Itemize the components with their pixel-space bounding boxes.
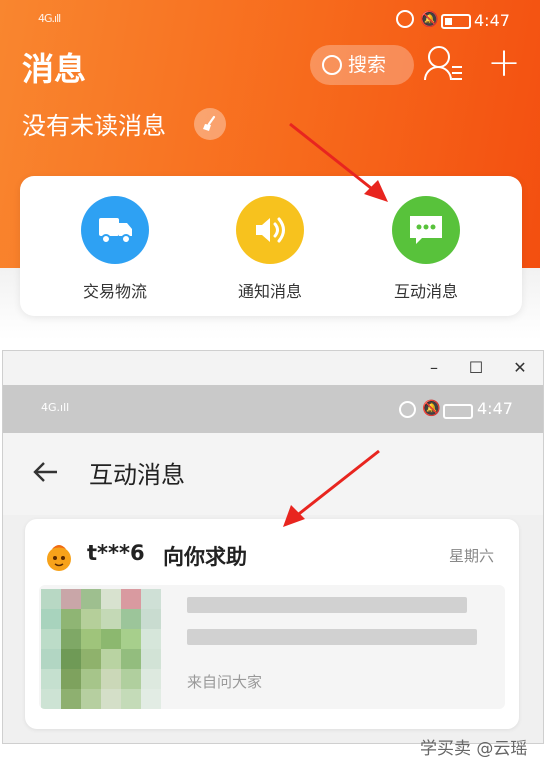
status-bar: 4G.ıll 🔕 4:47: [3, 385, 543, 433]
minimize-button[interactable]: –: [423, 357, 445, 379]
mute-icon: 🔕: [420, 10, 439, 28]
message-date: 星期六: [449, 547, 495, 565]
sender-name: t***6: [87, 541, 145, 565]
chat-bubble-icon: [392, 196, 460, 264]
clear-unread-button[interactable]: [194, 108, 226, 140]
category-label: 交易物流: [82, 282, 147, 301]
mute-icon: 🔕: [422, 399, 441, 417]
signal-indicator: 4G.ıll: [41, 401, 70, 414]
question-preview: 来自问大家: [39, 585, 505, 709]
unread-status: 没有未读消息: [22, 112, 166, 140]
annotation-arrow: [289, 122, 388, 202]
search-icon: [322, 55, 342, 75]
signal-indicator: 4G.ıll: [38, 12, 61, 25]
status-bar: 4G.ıll 🔕 4:47: [0, 8, 540, 38]
category-trade-logistics[interactable]: 交易物流: [60, 196, 170, 302]
alarm-icon: [399, 401, 416, 418]
app-bar: 互动消息: [3, 433, 543, 515]
redacted-text: [187, 597, 467, 613]
page-title: 互动消息: [89, 461, 185, 489]
back-button[interactable]: [29, 455, 63, 489]
category-label: 互动消息: [393, 282, 458, 301]
status-time: 4:47: [477, 399, 513, 418]
message-card[interactable]: t***6 向你求助 星期六 来自问大家: [25, 519, 519, 729]
message-categories-card: 交易物流 通知消息 互动消息: [20, 176, 522, 316]
watermark: 学买卖 @云瑶: [420, 739, 528, 759]
page-title: 消息: [22, 50, 87, 88]
message-action: 向你求助: [163, 545, 247, 569]
alarm-icon: [396, 10, 414, 28]
truck-icon: [81, 196, 149, 264]
avatar: [47, 545, 71, 571]
contacts-button[interactable]: [424, 44, 466, 88]
window-titlebar: – ☐ ✕: [3, 351, 543, 385]
battery-icon: [443, 404, 473, 419]
emulator-window: – ☐ ✕ 4G.ıll 🔕 4:47 互动消息 t***6 向你求助 星期六: [2, 350, 544, 744]
search-label: 搜索: [348, 54, 387, 76]
category-label: 通知消息: [237, 282, 302, 301]
speaker-icon: [236, 196, 304, 264]
add-button[interactable]: +: [486, 43, 522, 84]
contacts-icon: [428, 46, 450, 68]
broom-icon: [203, 115, 216, 131]
category-notifications[interactable]: 通知消息: [215, 196, 325, 302]
product-thumbnail: [41, 589, 165, 709]
redacted-text: [187, 629, 477, 645]
messages-screen: 4G.ıll 🔕 4:47 消息 搜索 + 没有未读消息 交易物流 通知消息 互…: [0, 0, 540, 340]
status-time: 4:47: [474, 11, 510, 30]
back-arrow-icon: [33, 462, 57, 482]
maximize-button[interactable]: ☐: [465, 357, 487, 379]
battery-icon: [441, 14, 471, 29]
search-button[interactable]: 搜索: [310, 45, 414, 85]
close-button[interactable]: ✕: [509, 357, 531, 379]
category-interactions[interactable]: 互动消息: [371, 196, 481, 302]
message-source: 来自问大家: [187, 673, 263, 691]
annotation-arrow: [283, 449, 380, 527]
